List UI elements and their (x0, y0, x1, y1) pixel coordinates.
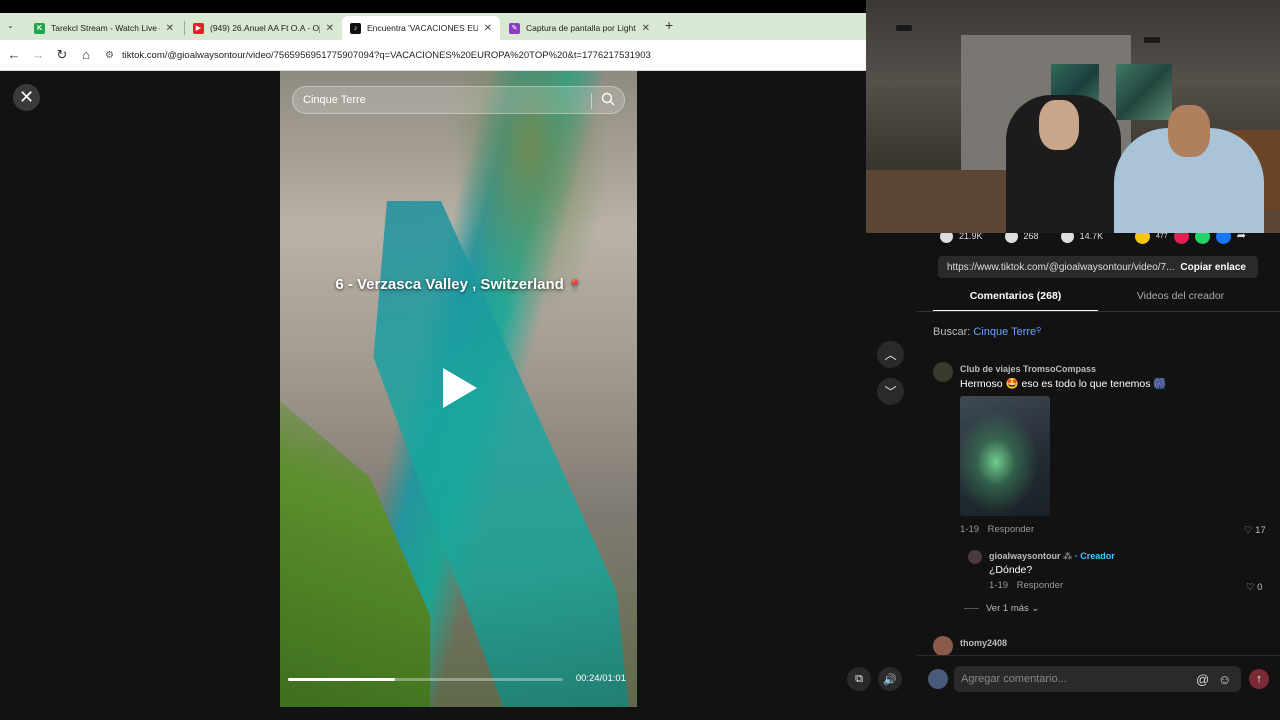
kick-favicon-icon: K (34, 22, 45, 34)
video-player[interactable]: Cinque Terre 6 - Verzasca Valley , Switz… (280, 71, 637, 707)
video-time: 00:24/01:01 (575, 673, 626, 684)
reply-like-count: 0 (1257, 582, 1263, 593)
avatar[interactable] (933, 362, 953, 382)
share-link-text: https://www.tiktok.com/@gioalwaysontour/… (947, 261, 1175, 273)
pin-emoji: 📍 (567, 280, 582, 292)
reply-like[interactable]: ♡ 0 (1246, 582, 1262, 593)
reply-button[interactable]: Responder (988, 524, 1034, 535)
webcam-overlay (866, 0, 1280, 233)
tiktok-favicon-icon: ♪ (350, 22, 361, 34)
cam-painting (1116, 64, 1172, 120)
floating-player-icon[interactable]: ⧉ (847, 667, 871, 691)
tab-close-icon[interactable]: ✕ (166, 23, 174, 34)
video-search-input[interactable]: Cinque Terre (292, 86, 625, 114)
browser-tab-2[interactable]: ▶ (949) 26.Anuel AA Ft O.A - Ojos ✕ (185, 16, 342, 40)
view-more-replies[interactable]: Ver 1 más ⌄ (986, 603, 1039, 614)
window-top-strip (0, 0, 866, 13)
view-more-line (964, 608, 979, 609)
reply-text: ¿Dónde? (989, 564, 1033, 576)
send-arrow-icon[interactable]: ↑ (1249, 669, 1269, 689)
search-label: Buscar: (933, 326, 971, 338)
video-search-text: Cinque Terre (303, 94, 366, 106)
avatar (928, 669, 948, 689)
tab-title: Tarekcl Stream - Watch Live on (51, 23, 160, 33)
comment-placeholder: Agregar comentario... (961, 673, 1067, 685)
comment-date: 1-19 (960, 524, 980, 535)
tabs-divider (917, 311, 1280, 312)
video-caption-text: 6 - Verzasca Valley , Switzerland (335, 276, 564, 293)
url-text: tiktok.com/@gioalwaysontour/video/756595… (121, 49, 651, 61)
comment-username[interactable]: thomy2408 (960, 638, 1007, 648)
screen: ⌄ K Tarekcl Stream - Watch Live on ✕ ▶ (… (0, 0, 1280, 720)
avatar[interactable] (933, 636, 953, 656)
panel-tabs: Comentarios (268) Videos del creador (917, 290, 1280, 312)
tab-comments[interactable]: Comentarios (268) (933, 290, 1098, 302)
browser-tab-4[interactable]: ✎ Captura de pantalla por Lightsh ✕ (501, 16, 658, 40)
search-keyword-link[interactable]: Cinque Terre (973, 326, 1036, 338)
comment-input[interactable]: Agregar comentario... @ ☺ (954, 666, 1241, 692)
copy-link-button[interactable]: Copiar enlace (1180, 262, 1246, 273)
previous-video-button[interactable]: ︿ (877, 341, 904, 368)
tab-close-icon[interactable]: ✕ (326, 23, 334, 34)
comment-search-suggestion: Buscar: Cinque Terre⚲ (933, 326, 1041, 338)
reload-icon[interactable]: ↻ (53, 47, 71, 63)
tab-creator-videos[interactable]: Videos del creador (1108, 290, 1253, 302)
mention-icon[interactable]: @ (1196, 672, 1209, 687)
verified-icon: ⁂ (1063, 551, 1075, 561)
home-icon[interactable]: ⌂ (77, 47, 95, 62)
comment-like[interactable]: ♡ 17 (1244, 525, 1266, 536)
view-more-label: Ver 1 más (986, 603, 1029, 614)
site-info-icon[interactable]: ⚙ (105, 50, 114, 61)
tab-title: (949) 26.Anuel AA Ft O.A - Ojos (210, 23, 320, 33)
comment-like-count: 17 (1255, 525, 1266, 536)
close-video-button[interactable]: ✕ (13, 84, 40, 111)
browser-tab-1[interactable]: K Tarekcl Stream - Watch Live on ✕ (26, 16, 182, 40)
tab-title: Encuentra 'VACACIONES EURO (367, 23, 478, 33)
video-progress-bar[interactable] (288, 678, 563, 681)
emoji-icon[interactable]: ☺ (1218, 672, 1231, 687)
search-keyword-icon: ⚲ (1036, 327, 1042, 334)
comment-username[interactable]: Club de viajes TromsoCompass (960, 364, 1096, 374)
avatar[interactable] (968, 550, 982, 564)
video-progress-fill (288, 678, 396, 681)
forward-arrow-icon[interactable]: → (29, 47, 47, 62)
reply-username[interactable]: gioalwaysontour (989, 551, 1061, 561)
cam-person-left-head (1039, 100, 1079, 150)
lightshot-favicon-icon: ✎ (509, 22, 520, 34)
heart-outline-icon: ♡ (1246, 582, 1255, 593)
cam-ceiling-light (896, 25, 912, 31)
browser-tab-3-active[interactable]: ♪ Encuentra 'VACACIONES EURO ✕ (342, 16, 500, 40)
next-video-button[interactable]: ﹀ (877, 378, 904, 405)
creator-badge: · Creador (1074, 551, 1115, 561)
youtube-favicon-icon: ▶ (193, 22, 204, 34)
reply-meta: 1-19 Responder (989, 580, 1063, 591)
cam-person-right-head (1168, 105, 1210, 157)
search-divider (591, 93, 592, 109)
comment-image-aurora[interactable] (960, 396, 1050, 516)
share-link-box[interactable]: https://www.tiktok.com/@gioalwaysontour/… (938, 256, 1258, 278)
reply-username-row: gioalwaysontour ⁂ · Creador (989, 551, 1115, 562)
heart-outline-icon: ♡ (1244, 525, 1253, 536)
back-arrow-icon[interactable]: ← (5, 47, 23, 62)
play-icon[interactable] (443, 368, 477, 408)
tab-title: Captura de pantalla por Lightsh (526, 23, 636, 33)
cam-ceiling-light (1144, 37, 1160, 43)
reply-button[interactable]: Responder (1017, 580, 1063, 591)
reply-date: 1-19 (989, 580, 1009, 591)
video-caption: 6 - Verzasca Valley , Switzerland 📍 (280, 276, 637, 293)
comment-meta: 1-19 Responder (960, 524, 1034, 535)
url-field[interactable]: ⚙ tiktok.com/@gioalwaysontour/video/7565… (105, 44, 855, 66)
new-tab-plus-icon[interactable]: + (665, 17, 673, 33)
search-icon[interactable] (601, 92, 615, 106)
tab-list-menu-icon[interactable]: ⌄ (7, 21, 14, 30)
tab-close-icon[interactable]: ✕ (484, 23, 492, 34)
comment-text: Hermoso 🤩 eso es todo lo que tenemos 🎆 (960, 378, 1167, 390)
chevron-down-icon: ⌄ (1031, 603, 1040, 614)
volume-icon[interactable]: 🔊 (878, 667, 902, 691)
tab-close-icon[interactable]: ✕ (642, 23, 650, 34)
